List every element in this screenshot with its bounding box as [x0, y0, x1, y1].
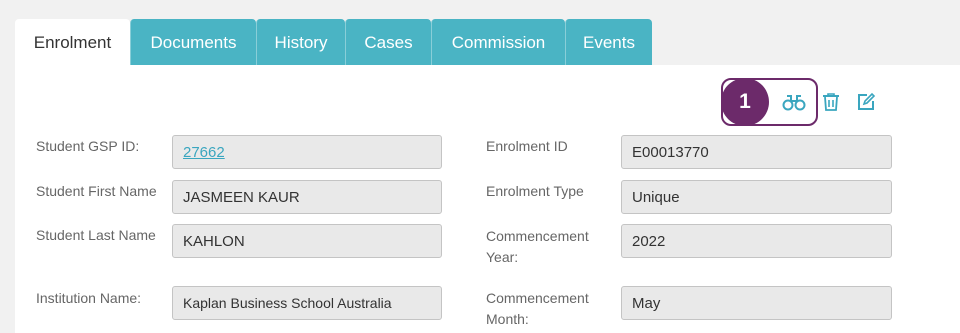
trash-icon[interactable] [822, 92, 840, 112]
tab-documents[interactable]: Documents [130, 19, 256, 66]
student-first-name-field[interactable]: JASMEEN KAUR [172, 180, 442, 214]
institution-name-label: Institution Name: [36, 290, 142, 306]
commencement-month-label-line2: Month: [486, 311, 529, 327]
student-last-name-label: Student Last Name [36, 227, 156, 243]
institution-name-field[interactable]: Kaplan Business School Australia [172, 286, 442, 320]
commencement-year-label-line2: Year: [486, 249, 519, 265]
binoculars-icon[interactable] [782, 92, 806, 112]
student-last-name-field[interactable]: KAHLON [172, 224, 442, 258]
commencement-year-label-line1: Commencement [486, 228, 589, 244]
tab-commission[interactable]: Commission [431, 19, 565, 66]
commencement-year-field[interactable]: 2022 [621, 224, 892, 258]
student-gsp-id-link[interactable]: 27662 [183, 144, 225, 161]
tab-history[interactable]: History [256, 19, 345, 66]
commencement-month-label-line1: Commencement [486, 290, 589, 306]
commencement-year-label: Commencement Year: [486, 226, 589, 268]
student-gsp-id-label: Student GSP ID: [36, 138, 140, 154]
commencement-month-field[interactable]: May [621, 286, 892, 320]
step-badge: 1 [721, 78, 769, 126]
tab-enrolment[interactable]: Enrolment [15, 19, 130, 66]
enrolment-type-field[interactable]: Unique [621, 180, 892, 214]
edit-icon[interactable] [856, 92, 876, 112]
student-first-name-label: Student First Name [36, 183, 157, 199]
tab-cases[interactable]: Cases [345, 19, 431, 66]
student-gsp-id-field: 27662 [172, 135, 442, 169]
enrolment-id-field[interactable]: E00013770 [621, 135, 892, 169]
tab-bar: Enrolment Documents History Cases Commis… [15, 19, 652, 66]
enrolment-type-label: Enrolment Type [486, 183, 584, 199]
tab-events[interactable]: Events [565, 19, 652, 66]
enrolment-id-label: Enrolment ID [486, 138, 568, 154]
commencement-month-label: Commencement Month: [486, 288, 589, 330]
